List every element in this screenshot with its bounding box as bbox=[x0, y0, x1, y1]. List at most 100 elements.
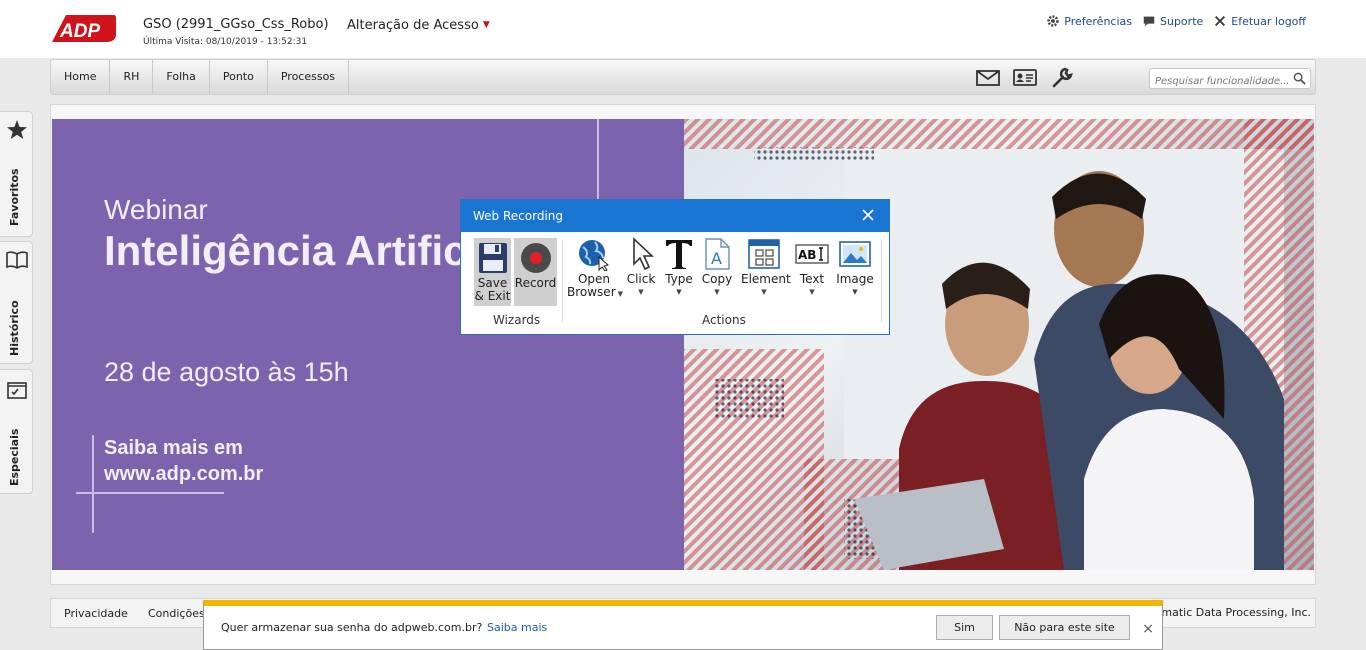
save-password-yes-button[interactable]: Sim bbox=[936, 615, 993, 640]
preferences-label: Preferências bbox=[1064, 14, 1132, 28]
floppy-disk-icon bbox=[478, 243, 507, 273]
wizards-group-label: Wizards bbox=[493, 313, 541, 327]
dropdown-arrow-icon: ▼ bbox=[714, 288, 720, 296]
conditions-link[interactable]: Condições bbox=[148, 607, 205, 620]
web-recording-dialog: Web Recording Save & Exit Record Open Br… bbox=[460, 199, 890, 335]
logoff-link[interactable]: Efetuar logoff bbox=[1213, 14, 1306, 28]
image-label: Image bbox=[836, 272, 874, 286]
special-tab[interactable]: Especiais bbox=[0, 369, 33, 494]
click-label: Click bbox=[626, 272, 656, 286]
save-exit-button[interactable]: Save & Exit bbox=[474, 238, 511, 306]
nav-item-folha[interactable]: Folha bbox=[153, 60, 210, 94]
save-exit-line1: Save bbox=[477, 276, 508, 290]
banner-photo-illustration bbox=[684, 119, 1314, 570]
banner-kicker: Webinar bbox=[104, 194, 208, 225]
logo-text: ADP bbox=[59, 21, 100, 42]
banner-decor-line bbox=[76, 492, 224, 494]
banner-title: Inteligência Artificial bbox=[104, 227, 514, 274]
element-button[interactable]: Element ▼ bbox=[741, 237, 791, 299]
dropdown-arrow-icon: ▼ bbox=[852, 288, 858, 296]
id-card-icon[interactable] bbox=[1013, 66, 1037, 88]
element-window-icon bbox=[748, 239, 780, 269]
feature-search-input[interactable] bbox=[1150, 72, 1288, 91]
dropdown-arrow-icon: ▼ bbox=[638, 288, 644, 296]
banner-more-line2: www.adp.com.br bbox=[104, 463, 264, 485]
access-change-dropdown[interactable]: Alteração de Acesso ▼ bbox=[347, 18, 490, 33]
privacy-link[interactable]: Privacidade bbox=[64, 607, 128, 620]
element-label: Element bbox=[741, 272, 791, 286]
text-field-icon: AB bbox=[795, 244, 829, 264]
save-password-never-button[interactable]: Não para este site bbox=[999, 615, 1130, 640]
svg-text:AB: AB bbox=[798, 248, 816, 262]
banner-decor-line bbox=[92, 435, 94, 533]
nav-item-processos[interactable]: Processos bbox=[268, 60, 350, 94]
last-visit: Última Visita: 08/10/2019 - 13:52:31 bbox=[143, 37, 308, 47]
svg-text:A: A bbox=[711, 249, 722, 268]
banner-more-line1: Saiba mais em bbox=[104, 437, 243, 459]
click-button[interactable]: Click ▼ bbox=[625, 237, 657, 299]
group-separator bbox=[881, 240, 882, 322]
dialog-title: Web Recording bbox=[461, 200, 889, 232]
picture-icon bbox=[839, 241, 871, 267]
preferences-link[interactable]: Preferências bbox=[1046, 14, 1132, 28]
cursor-arrow-icon bbox=[633, 237, 655, 271]
record-label: Record bbox=[514, 276, 557, 290]
wrench-icon[interactable] bbox=[1050, 66, 1074, 88]
open-browser-line2: Browser bbox=[567, 285, 616, 299]
actions-group-label: Actions bbox=[702, 313, 746, 327]
checklist-icon bbox=[7, 382, 27, 399]
envelope-icon[interactable] bbox=[976, 66, 1000, 88]
copy-label: Copy bbox=[701, 272, 733, 286]
image-button[interactable]: Image ▼ bbox=[836, 237, 874, 299]
logoff-label: Efetuar logoff bbox=[1231, 14, 1306, 28]
save-password-message: Quer armazenar sua senha do adpweb.com.b… bbox=[221, 621, 483, 634]
webinar-banner[interactable]: Webinar Inteligência Artificial 28 de ag… bbox=[52, 119, 1314, 570]
document-copy-icon: A bbox=[705, 238, 730, 270]
support-link[interactable]: Suporte bbox=[1142, 14, 1203, 28]
access-change-label: Alteração de Acesso bbox=[347, 18, 479, 33]
close-bar-icon[interactable]: × bbox=[1142, 621, 1154, 637]
favorites-label: Favoritos bbox=[8, 168, 21, 226]
company-name: GSO (2991_GGso_Css_Robo) bbox=[143, 17, 329, 32]
save-password-bar: Quer armazenar sua senha do adpweb.com.b… bbox=[203, 600, 1163, 650]
main-navbar: Home RH Folha Ponto Processos bbox=[50, 59, 1316, 95]
history-tab[interactable]: Histórico bbox=[0, 241, 33, 364]
learn-more-link[interactable]: Saiba mais bbox=[487, 621, 547, 634]
nav-item-home[interactable]: Home bbox=[51, 60, 111, 94]
adp-logo[interactable]: ADP bbox=[50, 12, 118, 46]
banner-left-panel: Webinar Inteligência Artificial 28 de ag… bbox=[52, 119, 684, 570]
nav-item-ponto[interactable]: Ponto bbox=[210, 60, 268, 94]
banner-date: 28 de agosto às 15h bbox=[104, 357, 349, 387]
dropdown-arrow-icon: ▼ bbox=[617, 290, 624, 298]
record-button[interactable]: Record bbox=[514, 238, 557, 306]
chat-bubble-icon bbox=[1143, 16, 1155, 27]
banner-more-info: Saiba mais em www.adp.com.br bbox=[104, 435, 263, 487]
favorites-tab[interactable]: Favoritos bbox=[0, 111, 33, 237]
open-browser-button[interactable]: Open Browser ▼ bbox=[567, 237, 624, 301]
gear-icon bbox=[1047, 15, 1059, 27]
copy-button[interactable]: A Copy ▼ bbox=[701, 237, 733, 299]
close-x-icon bbox=[1215, 16, 1226, 26]
globe-cursor-icon bbox=[579, 240, 610, 271]
type-button[interactable]: Type ▼ bbox=[664, 237, 694, 299]
nav-item-rh[interactable]: RH bbox=[110, 60, 154, 94]
top-header: ADP GSO (2991_GGso_Css_Robo) Última Visi… bbox=[0, 0, 1366, 58]
feature-search[interactable] bbox=[1149, 68, 1311, 91]
history-label: Histórico bbox=[8, 300, 21, 356]
text-button[interactable]: AB Text ▼ bbox=[794, 237, 830, 299]
book-icon bbox=[6, 251, 28, 269]
special-label: Especiais bbox=[8, 428, 21, 486]
dropdown-arrow-icon: ▼ bbox=[761, 288, 767, 296]
type-label: Type bbox=[665, 272, 693, 286]
open-browser-line1: Open bbox=[577, 272, 611, 286]
dialog-close-icon[interactable] bbox=[861, 208, 875, 222]
support-label: Suporte bbox=[1160, 14, 1204, 28]
search-icon[interactable] bbox=[1293, 72, 1306, 85]
dropdown-arrow-icon: ▼ bbox=[809, 288, 815, 296]
group-separator bbox=[562, 240, 563, 322]
text-t-icon bbox=[666, 240, 692, 269]
banner-photo bbox=[684, 119, 1314, 570]
text-label: Text bbox=[799, 272, 825, 286]
star-icon bbox=[7, 120, 27, 139]
save-exit-line2: & Exit bbox=[474, 289, 511, 303]
